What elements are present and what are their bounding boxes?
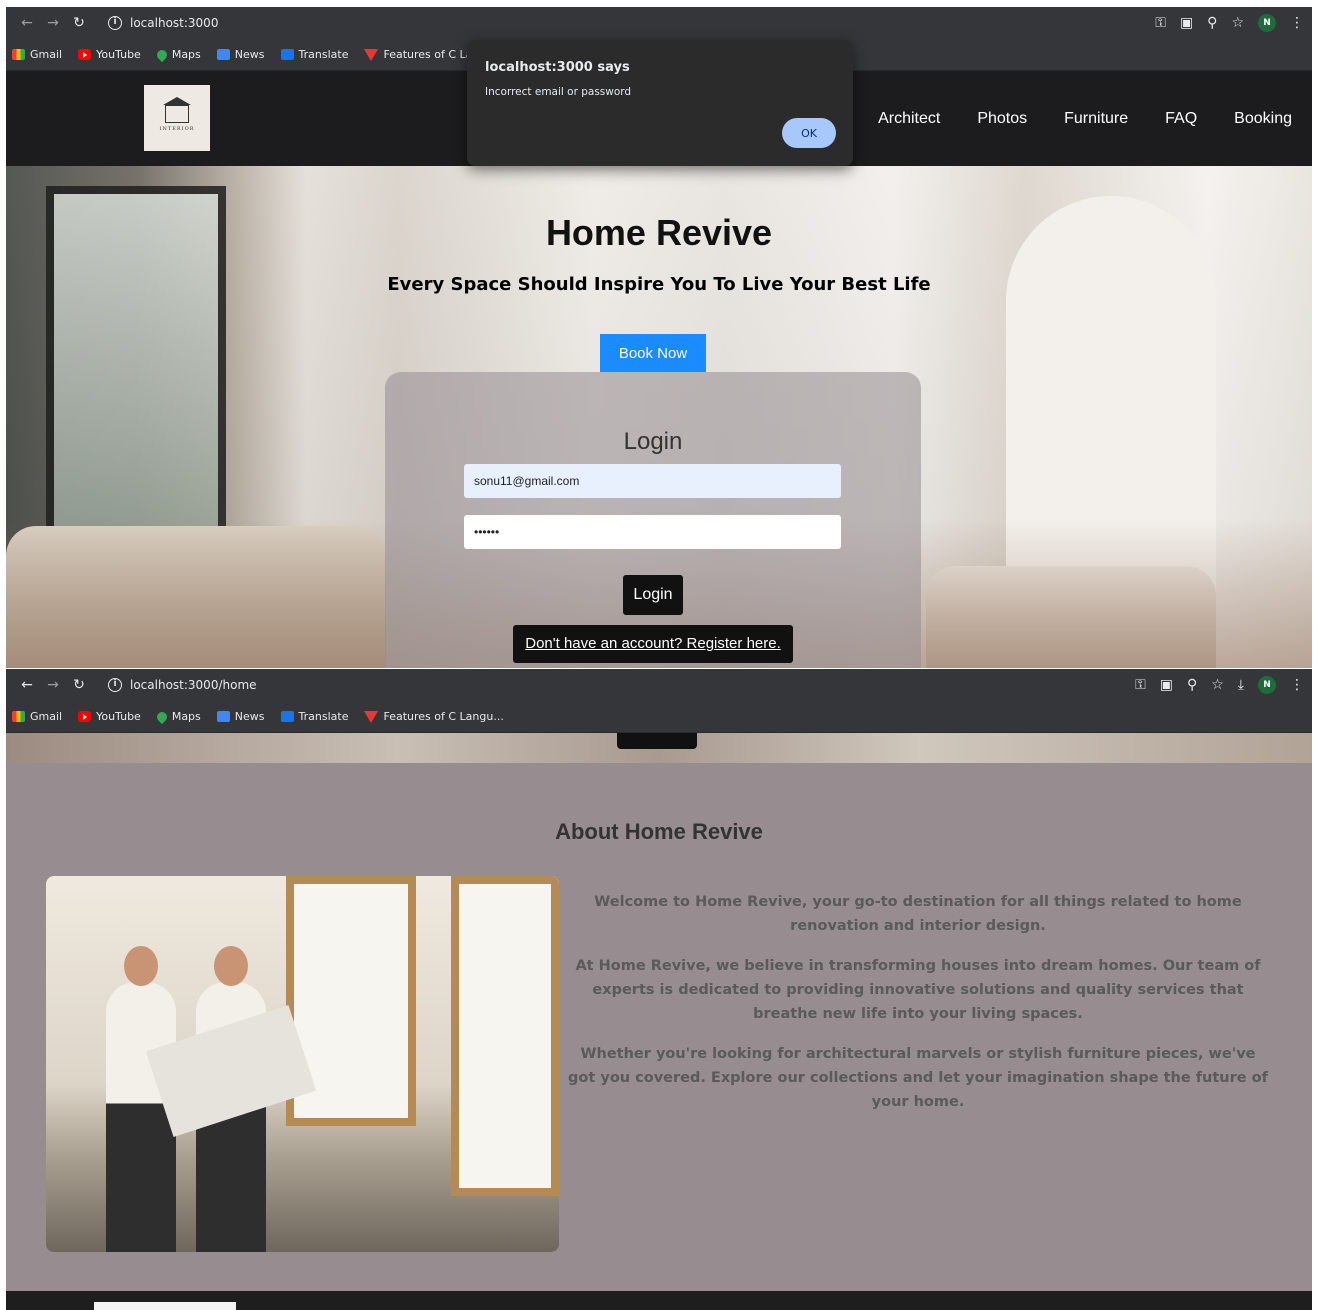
login-title: Login (623, 428, 683, 455)
nav-photos[interactable]: Photos (977, 110, 1027, 128)
hero-title: Home Revive (545, 212, 773, 253)
reload-icon[interactable]: ↻ (66, 677, 92, 693)
bookmark-star-icon[interactable]: ☆ (1211, 677, 1224, 693)
gmail-icon (12, 49, 25, 60)
profile-avatar[interactable]: N (1258, 676, 1276, 694)
forward-arrow-icon[interactable]: → (40, 677, 66, 693)
browser-actions: ⚿ ▣ ⚲ ☆ N ⋮ (1155, 7, 1304, 39)
youtube-icon (78, 711, 92, 722)
browser-actions: ⚿ ▣ ⚲ ☆ ⤓ N ⋮ (1135, 669, 1304, 701)
youtube-icon (78, 49, 92, 60)
cast-icon[interactable]: ▣ (1160, 677, 1173, 693)
about-title: About Home Revive (555, 819, 763, 844)
about-paragraph-3: Whether you're looking for architectural… (568, 1046, 1268, 1110)
alert-message: Incorrect email or password (485, 86, 632, 98)
browser-menu-icon[interactable]: ⋮ (1290, 15, 1304, 31)
hero-subtitle: Every Space Should Inspire You To Live Y… (387, 274, 931, 295)
news-icon (216, 49, 230, 60)
gmail-icon (12, 711, 25, 722)
browser-toolbar: ← → ↻ i localhost:3000 ⚿ ▣ ⚲ ☆ N ⋮ (6, 7, 1312, 39)
vue-icon (364, 48, 379, 61)
nav-architect[interactable]: Architect (878, 110, 940, 128)
browser-toolbar: ← → ↻ i localhost:3000/home ⚿ ▣ ⚲ ☆ ⤓ N … (6, 669, 1312, 701)
alert-ok-button[interactable]: OK (782, 118, 836, 148)
bookmark-translate[interactable]: Translate (280, 48, 348, 61)
worker-figure (106, 946, 176, 1252)
bookmark-star-icon[interactable]: ☆ (1231, 15, 1244, 31)
bookmark-youtube[interactable]: YouTube (78, 48, 141, 61)
bookmark-news[interactable]: News (216, 710, 265, 723)
cast-icon[interactable]: ▣ (1180, 15, 1193, 31)
maps-icon (154, 709, 169, 724)
browser-window-home: ← → ↻ i localhost:3000/home ⚿ ▣ ⚲ ☆ ⤓ N … (6, 669, 1312, 1310)
login-button[interactable]: Login (623, 575, 683, 615)
bookmark-news[interactable]: News (216, 48, 265, 61)
bookmark-maps[interactable]: Maps (154, 709, 201, 724)
news-icon (216, 711, 230, 722)
vue-icon (364, 710, 379, 723)
alert-title: localhost:3000 says (485, 60, 630, 75)
address-bar[interactable]: i localhost:3000/home (98, 673, 267, 697)
nav-furniture[interactable]: Furniture (1064, 110, 1128, 128)
nav-faq[interactable]: FAQ (1165, 110, 1197, 128)
maps-icon (154, 47, 169, 62)
about-image-workers (46, 876, 559, 1252)
site-info-icon[interactable]: i (108, 16, 122, 30)
url-text[interactable]: localhost:3000 (130, 16, 218, 30)
email-field[interactable] (464, 464, 841, 498)
zoom-icon[interactable]: ⚲ (1187, 677, 1197, 693)
browser-menu-icon[interactable]: ⋮ (1290, 677, 1304, 693)
main-nav: Architect Photos Furniture FAQ Booking (878, 71, 1292, 166)
back-arrow-icon[interactable]: ← (14, 677, 40, 693)
translate-icon (280, 49, 294, 60)
logo-text: INTERIOR (159, 125, 195, 132)
hero-bottom-button-edge (617, 733, 697, 749)
house-icon (163, 96, 191, 123)
password-field[interactable] (464, 515, 841, 549)
bookmark-features-c[interactable]: Features of C Langu... (364, 710, 504, 723)
site-logo[interactable]: INTERIOR (144, 85, 210, 151)
browser-window-login: ← → ↻ i localhost:3000 ⚿ ▣ ⚲ ☆ N ⋮ Gmail… (6, 7, 1312, 668)
url-text[interactable]: localhost:3000/home (130, 678, 257, 692)
window-decor (451, 876, 559, 1196)
about-paragraph-1: Welcome to Home Revive, your go-to desti… (594, 894, 1242, 934)
zoom-icon[interactable]: ⚲ (1207, 15, 1217, 31)
profile-avatar[interactable]: N (1258, 14, 1276, 32)
hero-section: Home Revive Every Space Should Inspire Y… (6, 166, 1312, 668)
about-paragraph-2: At Home Revive, we believe in transformi… (575, 958, 1261, 1022)
forward-arrow-icon[interactable]: → (40, 15, 66, 31)
nav-booking[interactable]: Booking (1234, 110, 1292, 128)
hero-bottom-strip (6, 733, 1312, 763)
back-arrow-icon[interactable]: ← (14, 15, 40, 31)
bookmark-gmail[interactable]: Gmail (12, 48, 62, 61)
translate-icon (280, 711, 294, 722)
about-text: Welcome to Home Revive, your go-to desti… (568, 890, 1268, 1130)
alert-dialog: localhost:3000 says Incorrect email or p… (467, 40, 853, 166)
reload-icon[interactable]: ↻ (66, 15, 92, 31)
address-bar[interactable]: i localhost:3000 (98, 11, 228, 35)
download-icon[interactable]: ⤓ (1238, 677, 1244, 693)
book-now-button[interactable]: Book Now (600, 334, 706, 372)
password-key-icon[interactable]: ⚿ (1155, 15, 1166, 31)
bookmark-youtube[interactable]: YouTube (78, 710, 141, 723)
bookmark-gmail[interactable]: Gmail (12, 710, 62, 723)
login-card: Login Login Don't have an account? Regis… (385, 372, 921, 668)
password-key-icon[interactable]: ⚿ (1135, 677, 1146, 693)
site-info-icon[interactable]: i (108, 678, 122, 692)
bookmarks-bar: Gmail YouTube Maps News Translate Featur… (6, 701, 1312, 733)
bookmark-translate[interactable]: Translate (280, 710, 348, 723)
register-link[interactable]: Don't have an account? Register here. (513, 625, 793, 663)
footer-logo[interactable] (94, 1302, 236, 1310)
site-footer (6, 1291, 1312, 1310)
bookmark-maps[interactable]: Maps (154, 47, 201, 62)
about-section: About Home Revive Welcome to Home Revive… (6, 763, 1312, 1291)
